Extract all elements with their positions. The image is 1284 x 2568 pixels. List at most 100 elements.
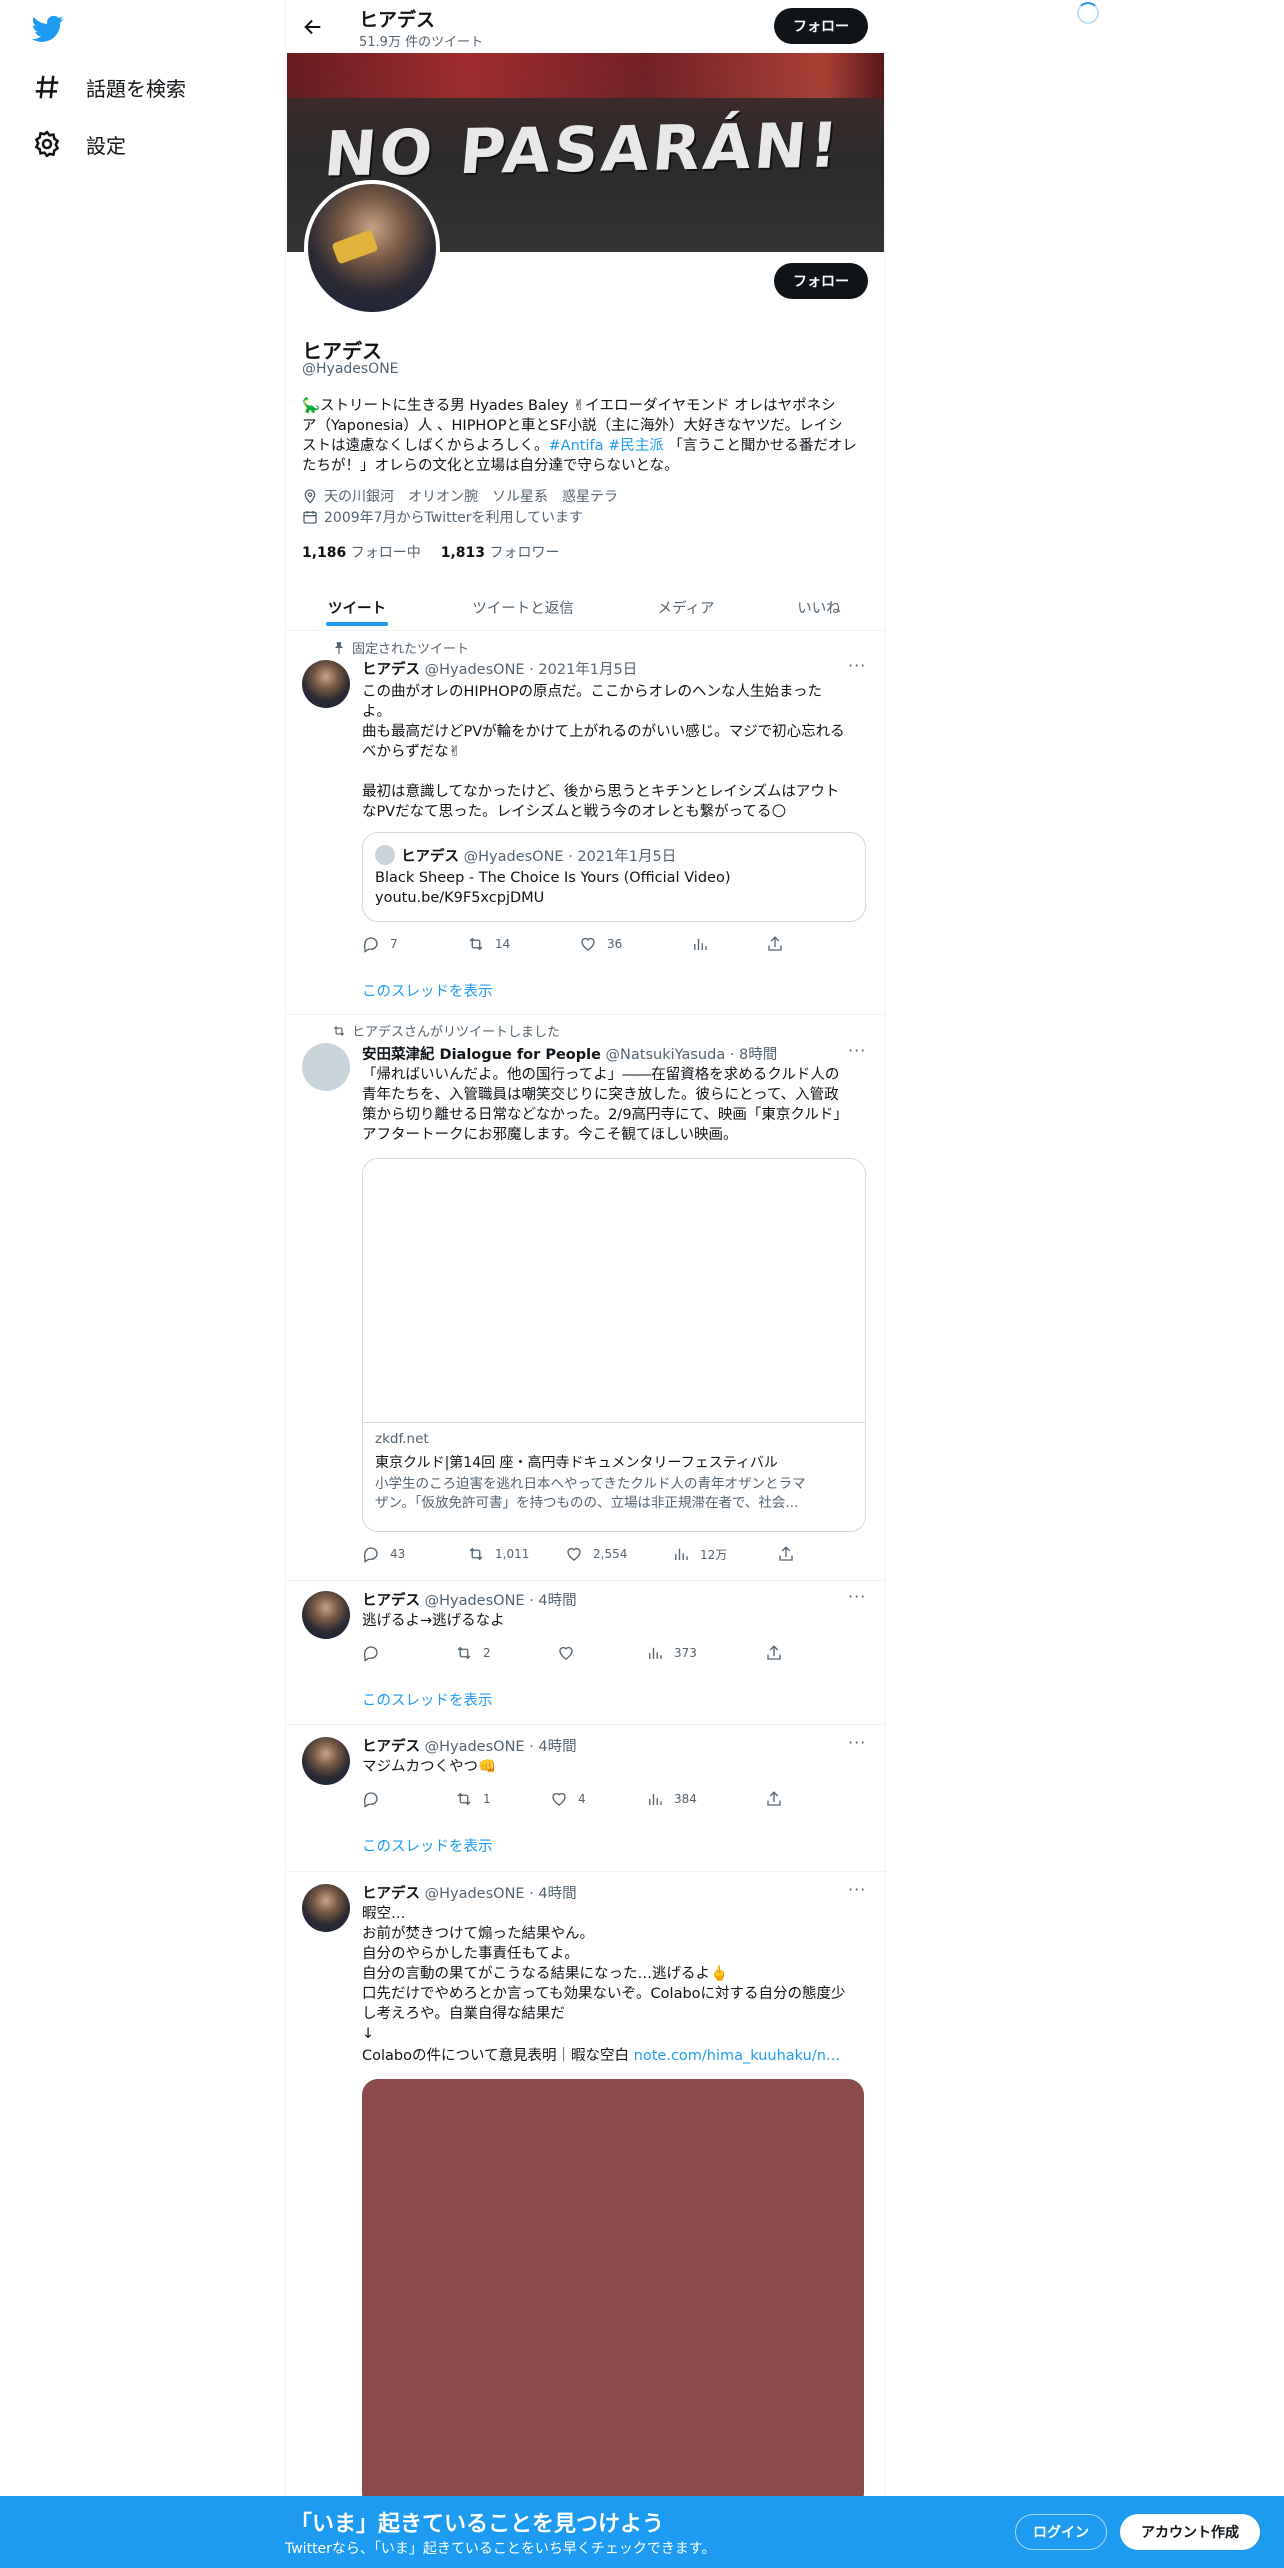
author-meta: @HyadesONE · 4時間: [424, 1739, 577, 1755]
header-follow-button[interactable]: フォロー: [774, 8, 868, 44]
twitter-logo-icon[interactable]: [30, 12, 66, 44]
author-name[interactable]: ヒアデス: [362, 662, 420, 678]
avatar[interactable]: [302, 1591, 350, 1639]
quote-tweet-card[interactable]: ヒアデス @HyadesONE · 2021年1月5日 Black Sheep …: [362, 832, 866, 922]
heart-icon: [565, 1545, 583, 1563]
author-name[interactable]: 安田菜津紀 Dialogue for People: [362, 1047, 601, 1063]
reply-button[interactable]: [362, 1644, 455, 1662]
bio-line: たちが！」オレらの文化と立場は自分達で守らないとな。: [302, 458, 679, 474]
signup-button[interactable]: アカウント作成: [1120, 2514, 1260, 2550]
views-button[interactable]: 12万: [672, 1545, 777, 1563]
tweet-media-image[interactable]: [362, 2079, 864, 2509]
followers-stat[interactable]: 1,813 フォロワー: [441, 542, 560, 562]
more-options-icon[interactable]: ···: [848, 1733, 866, 1752]
reply-button[interactable]: [362, 1790, 455, 1808]
profile-handle: @HyadesONE: [302, 361, 399, 377]
share-icon: [765, 1644, 783, 1662]
context-text: 固定されたツイート: [352, 642, 470, 657]
hashtag-link-antifa[interactable]: #Antifa: [549, 438, 604, 454]
tab-media[interactable]: メディア: [618, 582, 754, 632]
like-count: 2,554: [593, 1547, 628, 1561]
retweet-button[interactable]: 14: [467, 935, 579, 953]
back-arrow-icon[interactable]: [302, 16, 324, 38]
quote-link: youtu.be/K9F5xcpjDMU: [375, 890, 545, 906]
profile-bio: 🦕ストリートに生きる男 Hyades Baley ✌イエローダイヤモンド オレは…: [302, 396, 872, 476]
megaphone-shape: [331, 229, 379, 265]
like-button[interactable]: 2,554: [565, 1545, 672, 1563]
tweet-header: ヒアデス @HyadesONE · 4時間: [362, 1735, 577, 1756]
share-button[interactable]: [777, 1545, 795, 1563]
author-meta: @HyadesONE · 4時間: [424, 1886, 577, 1902]
retweet-button[interactable]: 1: [455, 1790, 550, 1808]
tab-likes[interactable]: いいね: [754, 582, 884, 632]
author-name[interactable]: ヒアデス: [362, 1886, 420, 1902]
tab-tweets-and-replies[interactable]: ツイートと返信: [428, 582, 618, 632]
more-options-icon[interactable]: ···: [848, 656, 866, 675]
link-preview-card[interactable]: zkdf.net 東京クルド|第14回 座・高円寺ドキュメンタリーフェスティバル…: [362, 1158, 866, 1532]
retweet-button[interactable]: 2: [455, 1644, 557, 1662]
header-title: ヒアデス: [359, 9, 436, 31]
retweet-button[interactable]: 1,011: [467, 1545, 565, 1563]
retweet-icon: [455, 1790, 473, 1808]
like-button[interactable]: [557, 1644, 646, 1662]
following-label: フォロー中: [350, 545, 421, 561]
views-button[interactable]: [691, 935, 766, 953]
signup-subtitle: Twitterなら、「いま」起きていることをいち早くチェックできます。: [285, 2541, 716, 2557]
retweet-count: 1: [483, 1792, 491, 1806]
login-button[interactable]: ログイン: [1015, 2514, 1107, 2550]
quote-text: Black Sheep - The Choice Is Yours (Offic…: [375, 870, 731, 886]
profile-avatar[interactable]: [304, 180, 440, 316]
profile-location: 天の川銀河 オリオン腕 ソル星系 惑星テラ: [302, 486, 618, 506]
show-thread-link[interactable]: このスレッドを表示: [362, 980, 493, 1001]
views-button[interactable]: 384: [646, 1790, 765, 1808]
share-button[interactable]: [765, 1790, 783, 1808]
show-thread-link[interactable]: このスレッドを表示: [362, 1835, 493, 1856]
reply-icon: [362, 1545, 380, 1563]
like-button[interactable]: 36: [579, 935, 691, 953]
hashtag-link-democracy[interactable]: #民主派: [608, 438, 664, 454]
sidebar-item-explore[interactable]: 話題を検索: [32, 72, 186, 102]
note-link[interactable]: note.com/hima_kuuhaku/n…: [634, 2048, 841, 2064]
tweet-retweet[interactable]: ヒアデスさんがリツイートしました 安田菜津紀 Dialogue for Peop…: [286, 1015, 886, 1580]
views-button[interactable]: 373: [646, 1644, 765, 1662]
tweet[interactable]: ヒアデス @HyadesONE · 4時間 ··· 暇空… お前が焚きつけて煽っ…: [286, 1872, 886, 2509]
retweet-count: 2: [483, 1646, 491, 1660]
more-options-icon[interactable]: ···: [848, 1880, 866, 1899]
show-thread-link[interactable]: このスレッドを表示: [362, 1689, 493, 1710]
share-button[interactable]: [765, 1644, 783, 1662]
more-options-icon[interactable]: ···: [848, 1587, 866, 1606]
more-options-icon[interactable]: ···: [848, 1041, 866, 1060]
author-name[interactable]: ヒアデス: [362, 1739, 420, 1755]
avatar[interactable]: [302, 1737, 350, 1785]
share-icon: [766, 935, 784, 953]
like-count: 36: [607, 937, 623, 951]
pin-icon: [332, 641, 346, 655]
tweet-pinned[interactable]: 固定されたツイート ヒアデス @HyadesONE · 2021年1月5日 ··…: [286, 632, 886, 1014]
reply-button[interactable]: 7: [362, 935, 467, 953]
retweet-count: 1,011: [495, 1547, 530, 1561]
tweet-header: ヒアデス @HyadesONE · 2021年1月5日: [362, 658, 637, 679]
like-button[interactable]: 4: [550, 1790, 646, 1808]
bio-line: 🦕ストリートに生きる男 Hyades Baley ✌イエローダイヤモンド オレは…: [302, 398, 836, 414]
tweet-text: 暇空… お前が焚きつけて煽った結果やん。 自分のやらかした事責任もてよ。 自分の…: [362, 1906, 846, 2042]
avatar[interactable]: [302, 660, 350, 708]
reply-count: 7: [390, 937, 398, 951]
following-stat[interactable]: 1,186 フォロー中: [302, 542, 421, 562]
card-title: 東京クルド|第14回 座・高円寺ドキュメンタリーフェスティバル: [375, 1455, 778, 1471]
sidebar-item-label: 話題を検索: [86, 76, 186, 101]
tweet-context: ヒアデスさんがリツイートしました: [332, 1021, 560, 1040]
avatar[interactable]: [302, 1043, 350, 1091]
location-pin-icon: [302, 488, 318, 504]
link-prefix: Colaboの件について意見表明｜暇な空白: [362, 2048, 634, 2064]
reply-button[interactable]: 43: [362, 1545, 467, 1563]
tweet-header: ヒアデス @HyadesONE · 4時間: [362, 1882, 577, 1903]
profile-follow-button[interactable]: フォロー: [774, 263, 868, 299]
share-button[interactable]: [766, 935, 784, 953]
tweet-header: 安田菜津紀 Dialogue for People @NatsukiYasuda…: [362, 1043, 777, 1064]
bio-line: ストは遠慮なくしばくからよろしく。: [302, 438, 549, 454]
author-name[interactable]: ヒアデス: [362, 1593, 420, 1609]
avatar[interactable]: [302, 1884, 350, 1932]
tweet[interactable]: ヒアデス @HyadesONE · 4時間 ··· マジムカつくやつ👊 1 4 …: [286, 1725, 886, 1871]
sidebar-item-settings[interactable]: 設定: [32, 129, 126, 159]
tweet[interactable]: ヒアデス @HyadesONE · 4時間 ··· 逃げるよ→逃げるなよ 2 3…: [286, 1581, 886, 1724]
